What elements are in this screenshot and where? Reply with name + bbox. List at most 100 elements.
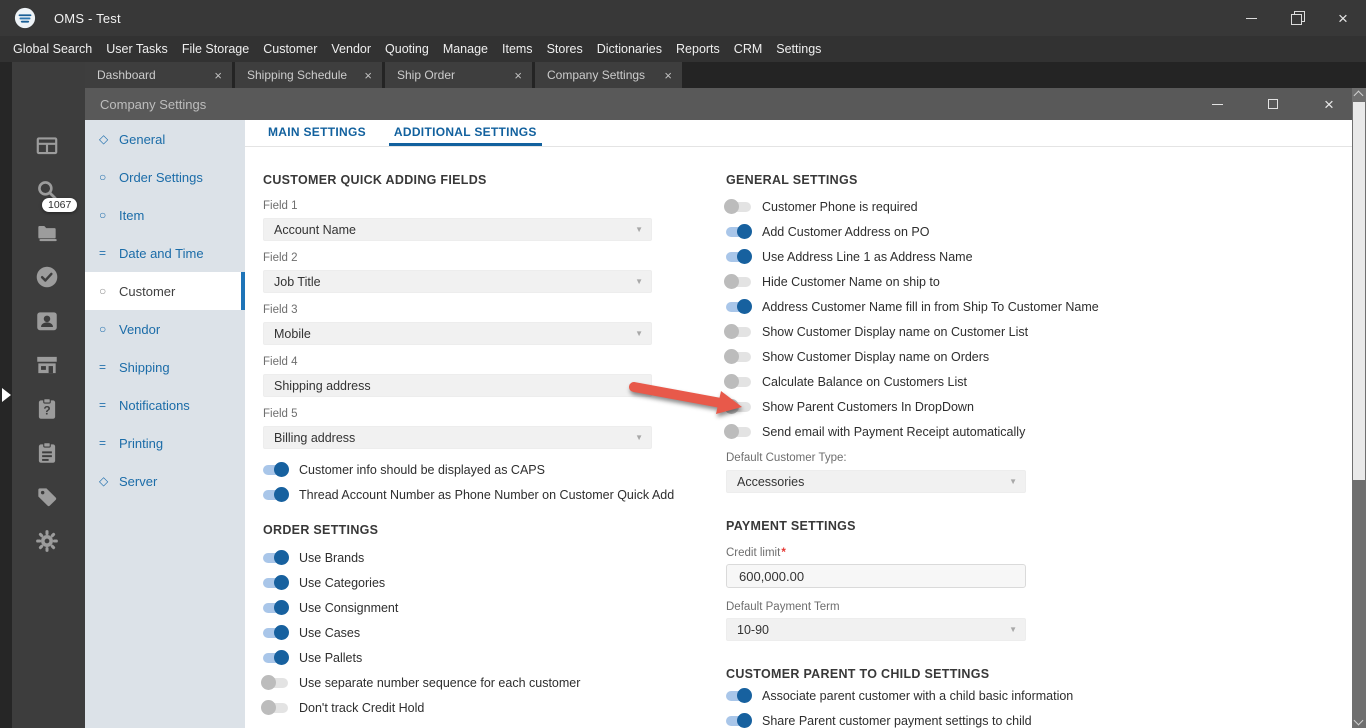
field-5-dropdown[interactable]: Billing address ▼	[263, 426, 652, 449]
toggle-display-name-orders[interactable]: Show Customer Display name on Orders	[724, 344, 1082, 369]
toggle-use-pallets[interactable]: Use Pallets	[263, 645, 652, 670]
menu-dictionaries[interactable]: Dictionaries	[590, 36, 669, 62]
nav-item-customer[interactable]: ○ Customer	[85, 272, 245, 310]
company-settings-titlebar[interactable]: Company Settings ×	[85, 88, 1352, 120]
nav-item-server[interactable]: ◇ Server	[85, 462, 245, 500]
toggle-dont-track-credit-hold[interactable]: Don't track Credit Hold	[261, 695, 652, 720]
nav-item-date-and-time[interactable]: = Date and Time	[85, 234, 245, 272]
menu-manage[interactable]: Manage	[436, 36, 495, 62]
toggle-switch[interactable]	[726, 224, 752, 239]
tab-ship-order[interactable]: Ship Order ×	[385, 62, 532, 88]
nav-item-shipping[interactable]: = Shipping	[85, 348, 245, 386]
toggle-switch[interactable]	[726, 249, 752, 264]
toggle-switch[interactable]	[724, 324, 751, 339]
minimize-button[interactable]	[1208, 95, 1226, 113]
field-2-dropdown[interactable]: Job Title ▼	[263, 270, 652, 293]
credit-limit-input[interactable]	[726, 564, 1026, 588]
tab-close-icon[interactable]: ×	[214, 69, 222, 82]
toggle-show-parent-customers-dropdown[interactable]: Show Parent Customers In DropDown	[724, 394, 1082, 419]
toggle-switch[interactable]	[263, 575, 289, 590]
toggle-switch[interactable]	[724, 399, 751, 414]
scroll-down-icon[interactable]	[1353, 715, 1364, 726]
menu-items[interactable]: Items	[495, 36, 540, 62]
clipboard-question-icon[interactable]: ?	[34, 396, 60, 422]
toggle-switch[interactable]	[263, 650, 289, 665]
toggle-switch[interactable]	[263, 550, 289, 565]
field-4-dropdown[interactable]: Shipping address ▼	[263, 374, 652, 397]
clipboard-list-icon[interactable]	[34, 440, 60, 466]
default-customer-type-dropdown[interactable]: Accessories ▼	[726, 470, 1026, 493]
nav-item-general[interactable]: ◇ General	[85, 120, 245, 158]
toggle-switch[interactable]	[261, 700, 288, 715]
nav-item-item[interactable]: ○ Item	[85, 196, 245, 234]
menu-reports[interactable]: Reports	[669, 36, 727, 62]
minimize-button[interactable]	[1228, 0, 1274, 36]
toggle-switch[interactable]	[261, 675, 288, 690]
toggle-address-customer-name-fill[interactable]: Address Customer Name fill in from Ship …	[726, 294, 1099, 319]
close-button[interactable]: ×	[1320, 95, 1338, 113]
field-3-dropdown[interactable]: Mobile ▼	[263, 322, 652, 345]
toggle-customer-phone-required[interactable]: Customer Phone is required	[724, 194, 1082, 219]
tab-dashboard[interactable]: Dashboard ×	[85, 62, 232, 88]
tasks-check-icon[interactable]	[34, 264, 60, 290]
menu-stores[interactable]: Stores	[540, 36, 590, 62]
nav-item-notifications[interactable]: = Notifications	[85, 386, 245, 424]
tab-company-settings[interactable]: Company Settings ×	[535, 62, 682, 88]
dashboard-icon[interactable]	[34, 133, 60, 159]
tab-close-icon[interactable]: ×	[514, 69, 522, 82]
menu-settings[interactable]: Settings	[769, 36, 828, 62]
toggle-add-customer-address-po[interactable]: Add Customer Address on PO	[726, 219, 1082, 244]
menu-file-storage[interactable]: File Storage	[175, 36, 256, 62]
tab-shipping-schedule[interactable]: Shipping Schedule ×	[235, 62, 382, 88]
folders-icon[interactable]	[34, 220, 60, 246]
maximize-button[interactable]	[1264, 95, 1282, 113]
default-payment-term-dropdown[interactable]: 10-90 ▼	[726, 618, 1026, 641]
tab-close-icon[interactable]: ×	[364, 69, 372, 82]
toggle-switch[interactable]	[263, 487, 289, 502]
toggle-switch[interactable]	[724, 199, 751, 214]
toggle-switch[interactable]	[724, 374, 751, 389]
menu-quoting[interactable]: Quoting	[378, 36, 436, 62]
toggle-switch[interactable]	[724, 274, 751, 289]
menu-crm[interactable]: CRM	[727, 36, 769, 62]
scrollbar-thumb[interactable]	[1353, 102, 1365, 480]
toggle-thread-account-number[interactable]: Thread Account Number as Phone Number on…	[263, 482, 674, 507]
menu-user-tasks[interactable]: User Tasks	[99, 36, 175, 62]
menu-global-search[interactable]: Global Search	[6, 36, 99, 62]
tab-additional-settings[interactable]: ADDITIONAL SETTINGS	[388, 125, 542, 146]
toggle-switch[interactable]	[724, 349, 751, 364]
toggle-address-line1-as-name[interactable]: Use Address Line 1 as Address Name	[726, 244, 1082, 269]
contact-card-icon[interactable]	[34, 308, 60, 334]
nav-item-printing[interactable]: = Printing	[85, 424, 245, 462]
tag-icon[interactable]	[34, 484, 60, 510]
tab-close-icon[interactable]: ×	[664, 69, 672, 82]
field-1-dropdown[interactable]: Account Name ▼	[263, 218, 652, 241]
toggle-switch[interactable]	[726, 299, 752, 314]
vertical-scrollbar[interactable]	[1352, 88, 1366, 728]
toggle-hide-customer-name-shipto[interactable]: Hide Customer Name on ship to	[724, 269, 1082, 294]
toggle-switch[interactable]	[263, 462, 289, 477]
menu-customer[interactable]: Customer	[256, 36, 324, 62]
toggle-calculate-balance[interactable]: Calculate Balance on Customers List	[724, 369, 1082, 394]
toggle-display-name-customer-list[interactable]: Show Customer Display name on Customer L…	[724, 319, 1082, 344]
toggle-switch[interactable]	[263, 600, 289, 615]
close-button[interactable]: ×	[1320, 0, 1366, 36]
scroll-up-icon[interactable]	[1353, 90, 1364, 101]
toggle-associate-parent-basic-info[interactable]: Associate parent customer with a child b…	[726, 683, 1082, 708]
restore-button[interactable]	[1274, 0, 1320, 36]
toggle-separate-number-sequence[interactable]: Use separate number sequence for each cu…	[261, 670, 652, 695]
toggle-switch[interactable]	[263, 625, 289, 640]
toggle-use-cases[interactable]: Use Cases	[263, 620, 652, 645]
nav-item-order-settings[interactable]: ○ Order Settings	[85, 158, 245, 196]
toggle-use-brands[interactable]: Use Brands	[263, 545, 652, 570]
toggle-use-categories[interactable]: Use Categories	[263, 570, 652, 595]
toggle-caps[interactable]: Customer info should be displayed as CAP…	[263, 457, 652, 482]
toggle-share-parent-payment-settings[interactable]: Share Parent customer payment settings t…	[726, 708, 1082, 728]
toggle-switch[interactable]	[726, 688, 752, 703]
sidebar-flyout-arrow-icon[interactable]	[2, 388, 11, 402]
nav-item-vendor[interactable]: ○ Vendor	[85, 310, 245, 348]
toggle-switch[interactable]	[724, 424, 751, 439]
store-icon[interactable]	[34, 352, 60, 378]
tab-main-settings[interactable]: MAIN SETTINGS	[263, 125, 371, 146]
toggle-use-consignment[interactable]: Use Consignment	[263, 595, 652, 620]
